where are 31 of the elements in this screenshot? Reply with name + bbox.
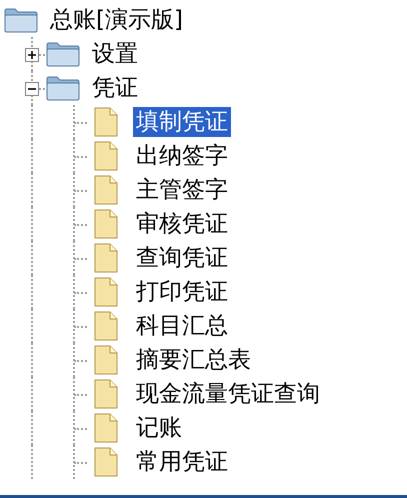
tree-item[interactable]: 审核凭证 xyxy=(133,209,231,239)
document-icon xyxy=(93,175,119,205)
document-icon xyxy=(93,277,119,307)
expand-button[interactable] xyxy=(25,48,39,62)
tree-item[interactable]: 凭证 xyxy=(89,73,141,103)
tree-item[interactable]: 查询凭证 xyxy=(133,243,231,273)
tree-item[interactable]: 摘要汇总表 xyxy=(133,345,254,375)
tree-item[interactable]: 现金流量凭证查询 xyxy=(133,379,323,409)
document-icon xyxy=(93,311,119,341)
document-icon xyxy=(93,141,119,171)
tree-item[interactable]: 科目汇总 xyxy=(133,311,231,341)
document-icon xyxy=(93,413,119,443)
tree-item[interactable]: 常用凭证 xyxy=(133,447,231,477)
tree-item[interactable]: 设置 xyxy=(89,39,141,69)
folder-icon xyxy=(45,75,81,101)
tree-item[interactable]: 总账[演示版] xyxy=(47,5,186,35)
tree-item[interactable]: 出纳签字 xyxy=(133,141,231,171)
folder-icon xyxy=(3,7,39,33)
document-icon xyxy=(93,209,119,239)
document-icon xyxy=(93,447,119,477)
document-icon xyxy=(93,107,119,137)
tree-item[interactable]: 打印凭证 xyxy=(133,277,231,307)
plus-icon xyxy=(27,50,37,60)
tree-item[interactable]: 记账 xyxy=(133,413,185,443)
folder-icon xyxy=(45,41,81,67)
document-icon xyxy=(93,243,119,273)
document-icon xyxy=(93,345,119,375)
collapse-button[interactable] xyxy=(25,82,39,96)
document-icon xyxy=(93,379,119,409)
tree-item[interactable]: 填制凭证 xyxy=(133,107,231,137)
tree-item[interactable]: 主管签字 xyxy=(133,175,231,205)
